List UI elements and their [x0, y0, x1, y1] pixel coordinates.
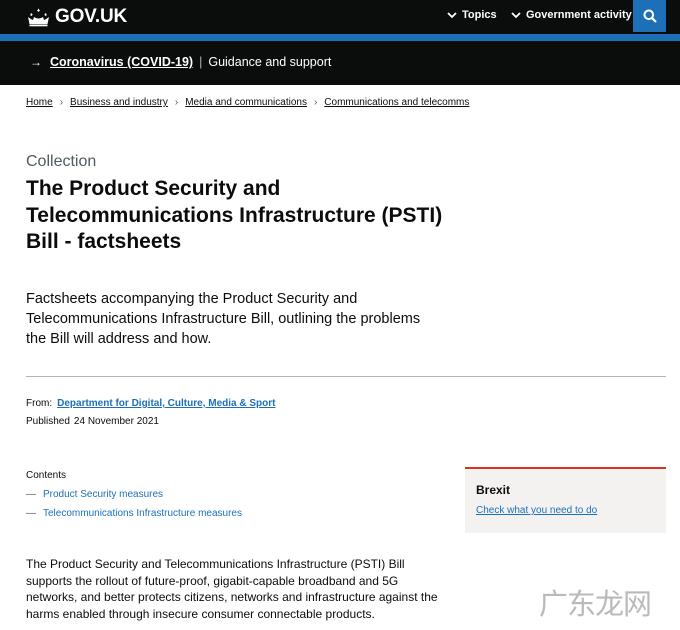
contents-item: — Product Security measures	[26, 489, 242, 508]
nav-topics-label: Topics	[462, 9, 497, 21]
department-link[interactable]: Department for Digital, Culture, Media &…	[57, 398, 275, 409]
nav-government-activity[interactable]: Government activity	[510, 9, 632, 21]
contents-link-telecom-infrastructure[interactable]: Telecommunications Infrastructure measur…	[43, 508, 242, 527]
chevron-right-icon: ›	[59, 97, 64, 108]
page-title: The Product Security and Telecommunicati…	[26, 177, 443, 253]
chevron-down-icon	[447, 12, 457, 19]
contents-link-product-security[interactable]: Product Security measures	[43, 489, 163, 508]
metadata-from: From: Department for Digital, Culture, M…	[26, 398, 275, 409]
breadcrumb-business-industry[interactable]: Business and industry	[70, 97, 168, 108]
brexit-title: Brexit	[476, 483, 511, 497]
breadcrumb: Home › Business and industry › Media and…	[26, 97, 469, 108]
metadata-published: Published 24 November 2021	[26, 416, 163, 427]
dash-icon: —	[26, 489, 36, 500]
page-lead: Factsheets accompanying the Product Secu…	[26, 291, 421, 347]
crown-icon	[28, 8, 49, 27]
published-date: 24 November 2021	[73, 416, 159, 427]
watermark-text: 广东龙网	[539, 587, 652, 621]
header-blue-bar	[0, 34, 680, 41]
from-label: From:	[26, 398, 53, 409]
brand-text: GOV.UK	[55, 6, 128, 27]
brexit-callout: Brexit Check what you need to do	[465, 467, 666, 533]
site-header: GOV.UK Topics Government activity	[0, 0, 680, 34]
section-divider	[26, 376, 666, 377]
covid-link[interactable]: Coronavirus (COVID-19)	[50, 55, 193, 69]
contents-item: — Telecommunications Infrastructure meas…	[26, 508, 242, 527]
chevron-right-icon: ›	[313, 97, 318, 108]
search-icon	[643, 9, 657, 23]
nav-topics[interactable]: Topics	[446, 9, 497, 21]
search-button[interactable]	[633, 0, 666, 32]
nav-government-activity-label: Government activity	[526, 9, 632, 21]
body-paragraph: The Product Security and Telecommunicati…	[26, 557, 438, 622]
brexit-link[interactable]: Check what you need to do	[476, 505, 597, 516]
banner-divider: |	[199, 55, 203, 69]
breadcrumb-home[interactable]: Home	[26, 97, 53, 108]
chevron-down-icon	[511, 12, 521, 19]
breadcrumb-communications-telecomms[interactable]: Communications and telecomms	[324, 97, 469, 108]
covid-guidance-text: Guidance and support	[208, 55, 332, 69]
chevron-right-icon: ›	[174, 97, 179, 108]
page-caption: Collection	[26, 153, 97, 170]
arrow-right-icon: →	[30, 55, 42, 69]
dash-icon: —	[26, 508, 36, 519]
breadcrumb-media-communications[interactable]: Media and communications	[185, 97, 307, 108]
published-label: Published	[26, 416, 70, 427]
contents-list: — Product Security measures — Telecommun…	[26, 489, 242, 527]
covid-banner: → Coronavirus (COVID-19) | Guidance and …	[0, 41, 680, 85]
contents-title: Contents	[26, 470, 67, 481]
govuk-logo-link[interactable]: GOV.UK	[26, 6, 127, 28]
